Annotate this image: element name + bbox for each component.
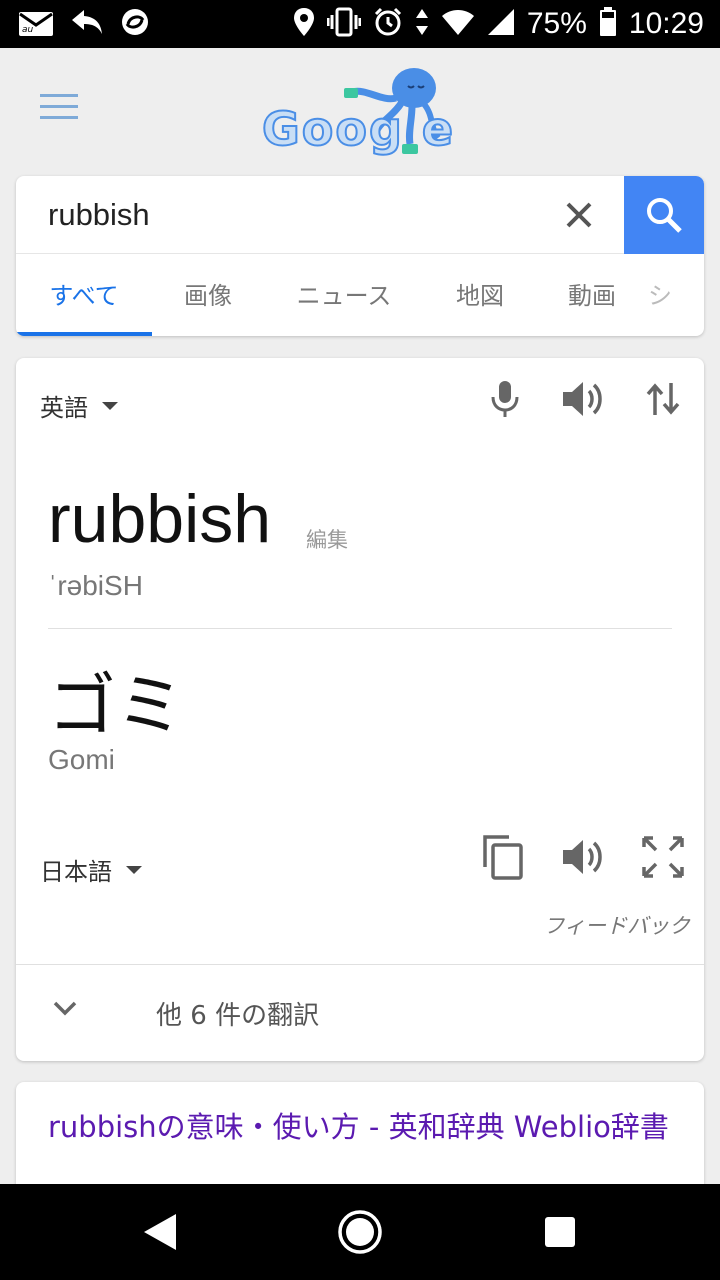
more-translations-button[interactable]: 他 6 件の翻訳 [16, 965, 704, 1061]
wifi-icon [441, 8, 475, 40]
target-text: ゴミ [48, 667, 185, 746]
search-input[interactable]: rubbish [48, 190, 528, 240]
target-language-label: 日本語 [40, 858, 112, 886]
source-language-select[interactable]: 英語 [40, 388, 118, 423]
back-button[interactable] [136, 1208, 184, 1256]
dropdown-caret-icon [126, 865, 142, 874]
search-card: rubbish すべて 画像 ニュース 地図 動画 シ [16, 176, 704, 336]
search-icon [647, 198, 682, 233]
menu-button[interactable] [40, 94, 78, 122]
battery-icon [599, 7, 617, 41]
tab-videos[interactable]: 動画 [536, 256, 648, 336]
tab-all[interactable]: すべて [16, 256, 152, 336]
source-text[interactable]: rubbish [48, 480, 271, 558]
logo-text: Goog e [261, 101, 456, 157]
copy-icon [483, 835, 523, 880]
clear-button[interactable] [562, 198, 596, 232]
navigation-bar [0, 1184, 720, 1280]
fullscreen-icon [642, 836, 684, 878]
search-button[interactable] [624, 176, 704, 254]
result-title-link[interactable]: rubbishの意味・使い方 - 英和辞典 Weblio辞書 [48, 1108, 678, 1146]
tab-more[interactable]: シ [648, 256, 704, 336]
location-icon [293, 7, 315, 41]
target-language-select[interactable]: 日本語 [40, 852, 142, 887]
battery-percent: 75% [526, 7, 587, 40]
alarm-icon [373, 7, 403, 41]
microphone-button[interactable] [480, 374, 530, 424]
menu-icon-bar [40, 105, 78, 108]
recents-button[interactable] [536, 1208, 584, 1256]
dropdown-caret-icon [102, 401, 118, 410]
status-bar: au 75% 10:29 [0, 0, 720, 48]
vibrate-icon [326, 7, 362, 41]
menu-icon-bar [40, 94, 78, 97]
sync-icon [120, 7, 150, 41]
phonetic-text: ˈrəbiSH [48, 570, 143, 601]
home-button[interactable] [336, 1208, 384, 1256]
tab-news[interactable]: ニュース [264, 256, 424, 336]
source-speaker-button[interactable] [558, 374, 608, 424]
divider [48, 628, 672, 629]
carrier-label: au [22, 25, 34, 35]
source-language-label: 英語 [40, 394, 88, 422]
chevron-down-icon [53, 1001, 77, 1016]
clock: 10:29 [628, 7, 704, 40]
edit-link[interactable]: 編集 [306, 524, 348, 554]
mail-icon: au [18, 11, 54, 37]
close-icon [566, 202, 592, 228]
search-tabs: すべて 画像 ニュース 地図 動画 シ [16, 256, 704, 336]
menu-icon-bar [40, 116, 78, 119]
google-doodle-logo[interactable]: Goog e [261, 58, 458, 162]
search-bar: rubbish [16, 176, 704, 254]
reply-icon [70, 8, 104, 40]
tab-images[interactable]: 画像 [152, 256, 264, 336]
tab-maps[interactable]: 地図 [424, 256, 536, 336]
target-speaker-button[interactable] [558, 832, 608, 882]
romanized-text: Gomi [48, 744, 115, 775]
speaker-icon [563, 840, 602, 874]
app-header: Goog e [0, 48, 720, 168]
fullscreen-button[interactable] [638, 832, 688, 882]
recents-icon [545, 1217, 575, 1247]
microphone-icon [491, 381, 519, 417]
home-icon [338, 1210, 382, 1254]
more-translations-label: 他 6 件の翻訳 [156, 1001, 320, 1031]
back-icon [144, 1214, 176, 1250]
data-arrows-icon [415, 7, 429, 41]
translate-card: 英語 rubbish 編集 ˈrəbiSH ゴミ Gomi 日本語 フィードバッ… [16, 358, 704, 1061]
swap-icon [646, 383, 680, 415]
swap-languages-button[interactable] [638, 374, 688, 424]
copy-button[interactable] [478, 832, 528, 882]
speaker-icon [563, 382, 602, 416]
feedback-link[interactable]: フィードバック [543, 910, 690, 940]
signal-icon [487, 8, 515, 40]
